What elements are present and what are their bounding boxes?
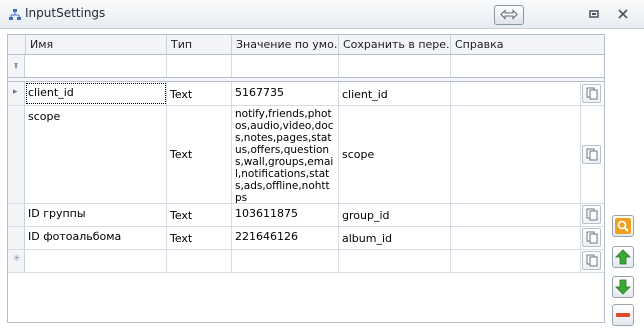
move-down-button[interactable] (612, 276, 634, 298)
document-copy-icon (586, 148, 598, 161)
copy-row-button[interactable] (582, 205, 601, 224)
cell-type[interactable]: Text (167, 227, 232, 249)
settings-grid: Имя Тип Значение по умо... Сохранить в п… (7, 34, 605, 323)
close-icon[interactable] (616, 7, 630, 21)
filter-cell-value[interactable] (232, 55, 339, 77)
pin-filter-icon (14, 63, 18, 69)
cell-help[interactable] (451, 106, 581, 203)
cell-help[interactable] (451, 227, 581, 249)
grid-header: Имя Тип Значение по умо... Сохранить в п… (8, 35, 604, 55)
row-action-cell (581, 227, 603, 249)
filter-cell-save-to[interactable] (339, 55, 451, 77)
search-button[interactable] (612, 215, 634, 237)
table-row[interactable]: ID группы Text 103611875 group_id (8, 204, 604, 227)
cell-type[interactable]: Text (167, 106, 232, 203)
cell-default-value[interactable]: 221646126 (232, 227, 339, 249)
row-action-cell (581, 82, 603, 105)
new-cell-type[interactable] (167, 250, 232, 272)
cell-default-value[interactable]: 103611875 (232, 204, 339, 226)
row-selector[interactable] (8, 204, 25, 226)
column-header-type[interactable]: Тип (167, 35, 232, 54)
document-copy-icon (586, 87, 598, 100)
window-title: InputSettings (25, 6, 106, 20)
new-row-selector[interactable]: ✳ (8, 250, 25, 272)
cell-type[interactable]: Text (167, 204, 232, 226)
filter-cell-type[interactable] (167, 55, 232, 77)
row-selector[interactable] (8, 106, 25, 203)
copy-row-button[interactable] (582, 84, 601, 103)
minus-icon (616, 313, 630, 317)
cell-help[interactable] (451, 82, 581, 105)
column-header-name[interactable]: Имя (26, 35, 167, 54)
document-copy-icon (586, 231, 598, 244)
cell-name[interactable]: ID группы (25, 204, 167, 226)
row-selector[interactable]: ▸ (8, 82, 25, 105)
copy-row-button[interactable] (582, 251, 601, 270)
row-action-cell (581, 106, 603, 203)
table-row[interactable]: scope Text notify,friends,photos,audio,v… (8, 106, 604, 204)
split-toggle-button[interactable] (494, 5, 524, 25)
table-row[interactable]: ▸ client_id Text 5167735 client_id (8, 82, 604, 106)
filter-cell-help[interactable] (451, 55, 604, 77)
split-arrows-icon (500, 9, 518, 20)
cell-name[interactable]: client_id (25, 82, 167, 105)
arrow-up-icon (615, 249, 631, 265)
filter-row[interactable] (8, 55, 604, 78)
title-bar: InputSettings (0, 0, 644, 29)
magnifier-icon (615, 218, 631, 234)
row-action-cell (581, 250, 603, 272)
cell-save-to[interactable]: album_id (339, 227, 451, 249)
cell-type[interactable]: Text (167, 82, 232, 105)
cell-help[interactable] (451, 204, 581, 226)
copy-row-button[interactable] (582, 145, 601, 164)
column-header-default-value[interactable]: Значение по умо... (232, 35, 339, 54)
new-cell-save-to[interactable] (339, 250, 451, 272)
restore-icon[interactable] (587, 7, 601, 21)
move-up-button[interactable] (612, 246, 634, 268)
cell-default-value[interactable]: notify,friends,photos,audio,video,docs,n… (232, 106, 339, 203)
filter-cell-name[interactable] (25, 55, 167, 77)
row-action-cell (581, 204, 603, 226)
cell-default-value-text: notify,friends,photos,audio,video,docs,n… (235, 108, 334, 203)
tree-icon (9, 9, 21, 20)
cell-save-to[interactable]: group_id (339, 204, 451, 226)
new-cell-name[interactable] (25, 250, 167, 272)
document-copy-icon (586, 208, 598, 221)
new-cell-help[interactable] (451, 250, 581, 272)
copy-row-button[interactable] (582, 228, 601, 247)
remove-button[interactable] (612, 304, 634, 326)
cell-save-to[interactable]: scope (339, 106, 451, 203)
new-row[interactable]: ✳ (8, 250, 604, 273)
cell-save-to[interactable]: client_id (339, 82, 451, 105)
column-header-help[interactable]: Справка (451, 35, 604, 54)
column-header-save-to[interactable]: Сохранить в пере... (339, 35, 451, 54)
new-cell-value[interactable] (232, 250, 339, 272)
asterisk-icon: ✳ (13, 254, 21, 264)
header-selector (8, 35, 26, 54)
cell-name[interactable]: scope (25, 106, 167, 203)
arrow-down-icon (615, 279, 631, 295)
document-copy-icon (586, 254, 598, 267)
cell-default-value[interactable]: 5167735 (232, 82, 339, 105)
table-row[interactable]: ID фотоальбома Text 221646126 album_id (8, 227, 604, 250)
filter-row-selector (8, 55, 25, 77)
cell-name[interactable]: ID фотоальбома (25, 227, 167, 249)
row-selector[interactable] (8, 227, 25, 249)
